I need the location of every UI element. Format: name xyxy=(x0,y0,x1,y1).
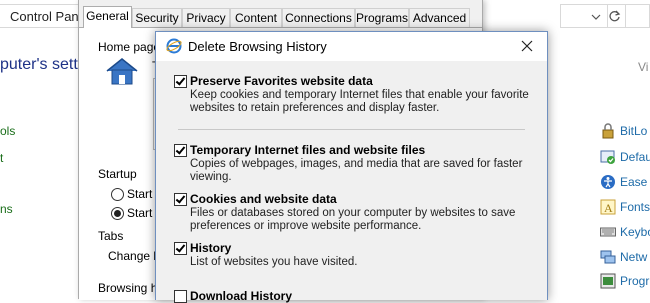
view-by-label[interactable]: Vi xyxy=(638,60,648,74)
cp-item-label: Fonts xyxy=(620,200,650,214)
title-bar[interactable]: Delete Browsing History xyxy=(156,32,547,61)
home-icon xyxy=(106,58,138,85)
tab-privacy[interactable]: Privacy xyxy=(182,8,230,27)
tab-programs[interactable]: Programs xyxy=(355,8,409,27)
tab-strip: General Security Privacy Content Connect… xyxy=(79,6,482,28)
cp-item-label: Progr xyxy=(620,274,650,288)
breadcrumb-control-panel[interactable]: Control Panel xyxy=(10,9,89,24)
refresh-button[interactable] xyxy=(604,4,626,28)
default-programs-icon xyxy=(600,150,615,164)
address-dropdown[interactable] xyxy=(560,4,608,28)
internet-explorer-icon xyxy=(166,38,182,54)
temporary-files-checkbox[interactable] xyxy=(174,144,187,157)
tab-general[interactable]: General xyxy=(83,6,132,28)
option-label[interactable]: Temporary Internet files and website fil… xyxy=(190,143,425,157)
option-label[interactable]: Preserve Favorites website data xyxy=(190,74,373,88)
search-box[interactable] xyxy=(626,4,650,28)
fonts-icon: A xyxy=(600,199,616,215)
cp-item-label: Netw xyxy=(620,250,648,264)
close-button[interactable] xyxy=(514,34,540,58)
tab-security[interactable]: Security xyxy=(132,8,182,27)
cp-item-label: BitLo xyxy=(620,124,648,138)
option-description: Keep cookies and temporary Internet file… xyxy=(190,89,529,114)
cp-item-label: Defau xyxy=(620,150,650,164)
option-label[interactable]: Download History xyxy=(190,289,292,303)
left-link-3[interactable]: ns xyxy=(0,202,13,216)
option-label[interactable]: Cookies and website data xyxy=(190,192,337,206)
option-description: Copies of webpages, images, and media th… xyxy=(190,158,523,183)
home-page-label: Home page xyxy=(98,40,161,54)
tab-connections[interactable]: Connections xyxy=(282,8,355,27)
option-label[interactable]: History xyxy=(190,241,231,255)
breadcrumb[interactable]: Control Panel xyxy=(0,4,89,28)
refresh-icon xyxy=(609,10,621,22)
preserve-favorites-checkbox[interactable] xyxy=(174,75,187,88)
separator xyxy=(178,129,525,130)
left-link-1[interactable]: ols xyxy=(0,124,15,138)
option-description: List of websites you have visited. xyxy=(190,256,358,268)
history-checkbox[interactable] xyxy=(174,242,187,255)
startup-label: Startup xyxy=(98,167,137,181)
bitlocker-icon xyxy=(602,123,614,139)
chevron-down-icon xyxy=(591,14,601,20)
cookies-checkbox[interactable] xyxy=(174,193,187,206)
keyboard-icon xyxy=(600,227,616,237)
startup-radio-home-page[interactable] xyxy=(111,207,124,220)
close-icon xyxy=(521,40,533,52)
ease-of-access-icon xyxy=(601,175,615,189)
cp-item-label: Ease o xyxy=(620,175,650,189)
tab-content[interactable]: Content xyxy=(230,8,282,27)
download-history-checkbox[interactable] xyxy=(174,290,187,303)
network-icon xyxy=(600,250,616,264)
delete-browsing-history-dialog: Delete Browsing History Preserve Favorit… xyxy=(155,31,548,303)
cp-item-label: Keybo xyxy=(620,225,650,239)
tabs-section-label: Tabs xyxy=(98,229,124,243)
svg-text:A: A xyxy=(604,201,613,215)
dialog-title: Delete Browsing History xyxy=(188,39,327,54)
left-link-2[interactable]: t xyxy=(0,151,3,165)
programs-icon xyxy=(600,273,616,289)
startup-radio-last-session[interactable] xyxy=(111,188,124,201)
option-description: Files or databases stored on your comput… xyxy=(190,207,516,232)
tab-advanced[interactable]: Advanced xyxy=(409,8,470,27)
